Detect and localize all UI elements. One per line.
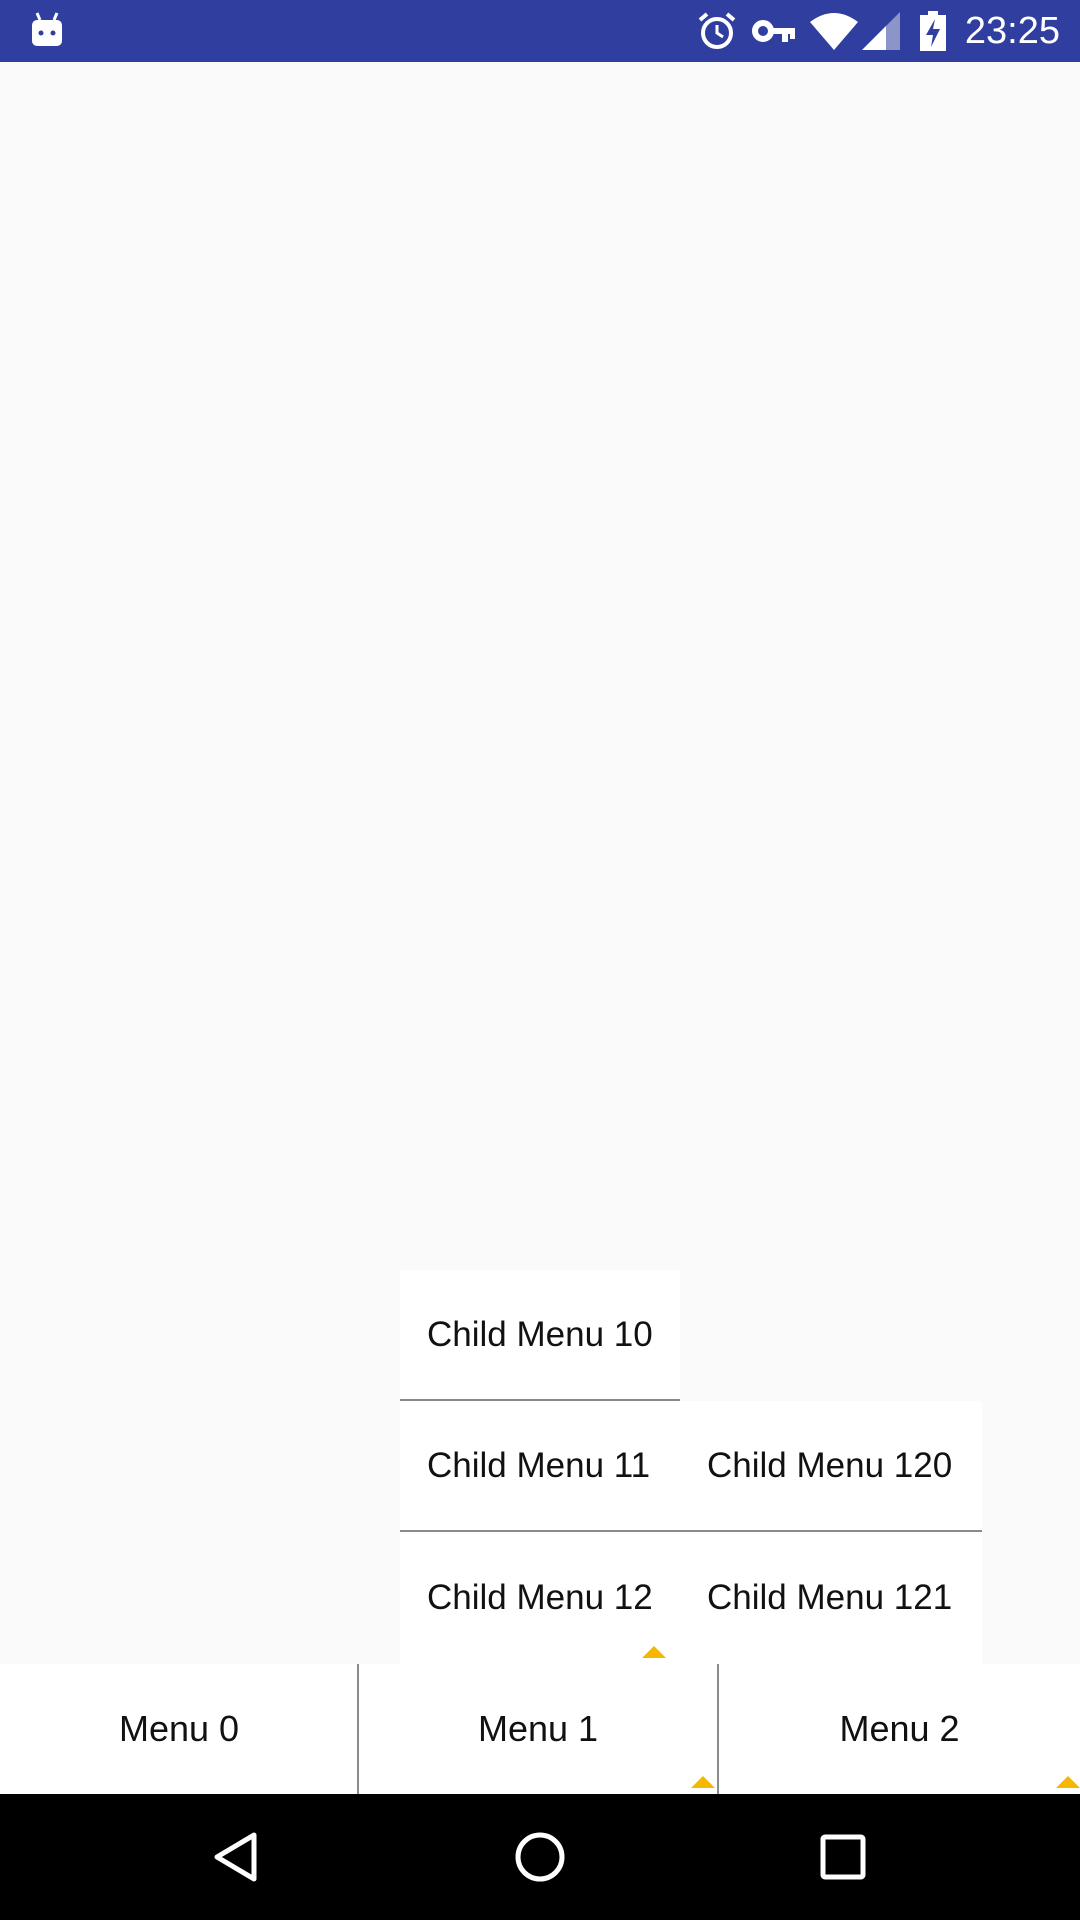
vpn-key-icon	[752, 20, 795, 42]
battery-charging-icon	[920, 11, 946, 51]
menu-tab-1[interactable]: Menu 1	[359, 1664, 717, 1794]
child-menu-label: Child Menu 10	[427, 1314, 653, 1354]
menu-tab-label: Menu 1	[477, 1708, 599, 1749]
alarm-icon	[698, 12, 736, 49]
status-time: 23:25	[964, 10, 1060, 52]
status-bar: 23:25	[0, 0, 1080, 62]
wifi-icon	[810, 13, 858, 50]
child-menu-item-120[interactable]: Child Menu 120	[680, 1401, 982, 1532]
bottom-menu-bar: Menu 0 Menu 1 Menu 2	[0, 1664, 1080, 1794]
menu-tab-label: Menu 2	[839, 1708, 960, 1749]
dropdown-indicator-icon	[1056, 1776, 1080, 1788]
child-menu-label: Child Menu 11	[427, 1445, 651, 1485]
child-menu-label: Child Menu 120	[707, 1445, 953, 1485]
child-menu-item-10[interactable]: Child Menu 10	[400, 1270, 680, 1401]
child-menu-item-11[interactable]: Child Menu 11	[400, 1401, 680, 1532]
home-icon[interactable]	[514, 1831, 566, 1883]
submenu-indicator-icon	[642, 1646, 666, 1658]
menu-tab-0[interactable]: Menu 0	[0, 1664, 358, 1794]
signal-icon	[862, 12, 900, 50]
back-icon[interactable]	[212, 1831, 260, 1883]
recents-icon[interactable]	[819, 1833, 867, 1881]
child-menu-label: Child Menu 12	[427, 1578, 653, 1617]
menu-tab-label: Menu 0	[118, 1708, 240, 1749]
child-menu-label: Child Menu 121	[707, 1578, 953, 1617]
android-icon	[32, 12, 62, 46]
child-menu-item-12[interactable]: Child Menu 12	[400, 1532, 680, 1664]
menu-tab-2[interactable]: Menu 2	[719, 1664, 1080, 1794]
child-menu-item-121[interactable]: Child Menu 121	[680, 1532, 982, 1664]
navigation-bar	[0, 1794, 1080, 1920]
dropdown-indicator-icon	[691, 1776, 715, 1788]
